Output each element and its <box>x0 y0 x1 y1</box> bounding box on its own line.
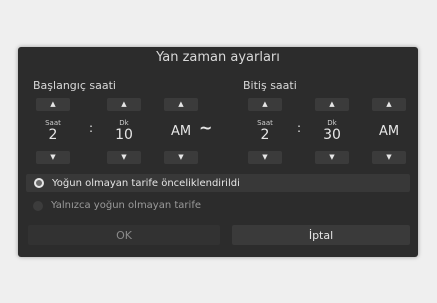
start-ampm-up-button[interactable]: ▲ <box>164 98 198 111</box>
option-off-peak-only[interactable]: Yalnızca yoğun olmayan tarife <box>33 200 201 211</box>
start-time-label: Başlangıç saati <box>33 79 116 92</box>
start-hour-number: 2 <box>48 127 58 143</box>
end-hour-unit: Saat <box>257 119 273 127</box>
arrow-down-icon: ▼ <box>121 153 127 161</box>
start-minute-up-button[interactable]: ▲ <box>107 98 141 111</box>
start-hour-unit: Saat <box>45 119 61 127</box>
arrow-down-icon: ▼ <box>50 153 56 161</box>
end-time-label: Bitiş saati <box>243 79 297 92</box>
start-ampm-value: AM <box>164 115 198 147</box>
start-minute-spinner: ▲ Dk 10 ▼ <box>107 98 141 164</box>
end-time-colon: : <box>297 121 302 135</box>
end-ampm-value: AM <box>372 115 406 147</box>
dialog-title: Yan zaman ayarları <box>156 50 280 65</box>
start-time-colon: : <box>89 121 94 135</box>
end-ampm-down-button[interactable]: ▼ <box>372 151 406 164</box>
arrow-down-icon: ▼ <box>178 153 184 161</box>
end-ampm-up-button[interactable]: ▲ <box>372 98 406 111</box>
end-minute-number: 30 <box>323 127 341 143</box>
arrow-up-icon: ▲ <box>50 100 56 108</box>
start-hour-down-button[interactable]: ▼ <box>36 151 70 164</box>
arrow-up-icon: ▲ <box>121 100 127 108</box>
end-hour-spinner: ▲ Saat 2 ▼ <box>248 98 282 164</box>
start-minute-value: Dk 10 <box>107 115 141 147</box>
end-minute-up-button[interactable]: ▲ <box>315 98 349 111</box>
radio-unselected-icon <box>33 200 43 211</box>
arrow-up-icon: ▲ <box>262 100 268 108</box>
arrow-down-icon: ▼ <box>262 153 268 161</box>
arrow-down-icon: ▼ <box>386 153 392 161</box>
start-minute-number: 10 <box>115 127 133 143</box>
option-label: Yalnızca yoğun olmayan tarife <box>51 200 201 211</box>
radio-selected-icon <box>34 178 44 188</box>
start-ampm-spinner: ▲ AM ▼ <box>164 98 198 164</box>
end-minute-value: Dk 30 <box>315 115 349 147</box>
end-minute-down-button[interactable]: ▼ <box>315 151 349 164</box>
start-minute-down-button[interactable]: ▼ <box>107 151 141 164</box>
start-hour-up-button[interactable]: ▲ <box>36 98 70 111</box>
ok-button[interactable]: OK <box>28 225 220 245</box>
end-minute-unit: Dk <box>327 119 337 127</box>
end-minute-spinner: ▲ Dk 30 ▼ <box>315 98 349 164</box>
arrow-down-icon: ▼ <box>329 153 335 161</box>
arrow-up-icon: ▲ <box>386 100 392 108</box>
start-hour-value: Saat 2 <box>36 115 70 147</box>
option-off-peak-prioritized[interactable]: Yoğun olmayan tarife önceliklendirildi <box>26 174 410 192</box>
arrow-up-icon: ▲ <box>329 100 335 108</box>
range-separator: ~ <box>199 118 213 137</box>
start-minute-unit: Dk <box>119 119 129 127</box>
end-hour-up-button[interactable]: ▲ <box>248 98 282 111</box>
side-time-settings-dialog: Yan zaman ayarları Başlangıç saati Bitiş… <box>18 47 418 257</box>
end-ampm-text: AM <box>378 123 400 139</box>
option-label: Yoğun olmayan tarife önceliklendirildi <box>52 177 240 189</box>
end-hour-number: 2 <box>260 127 270 143</box>
end-hour-value: Saat 2 <box>248 115 282 147</box>
cancel-button[interactable]: İptal <box>232 225 410 245</box>
end-hour-down-button[interactable]: ▼ <box>248 151 282 164</box>
end-ampm-spinner: ▲ AM ▼ <box>372 98 406 164</box>
start-ampm-text: AM <box>170 123 192 139</box>
start-hour-spinner: ▲ Saat 2 ▼ <box>36 98 70 164</box>
start-ampm-down-button[interactable]: ▼ <box>164 151 198 164</box>
arrow-up-icon: ▲ <box>178 100 184 108</box>
